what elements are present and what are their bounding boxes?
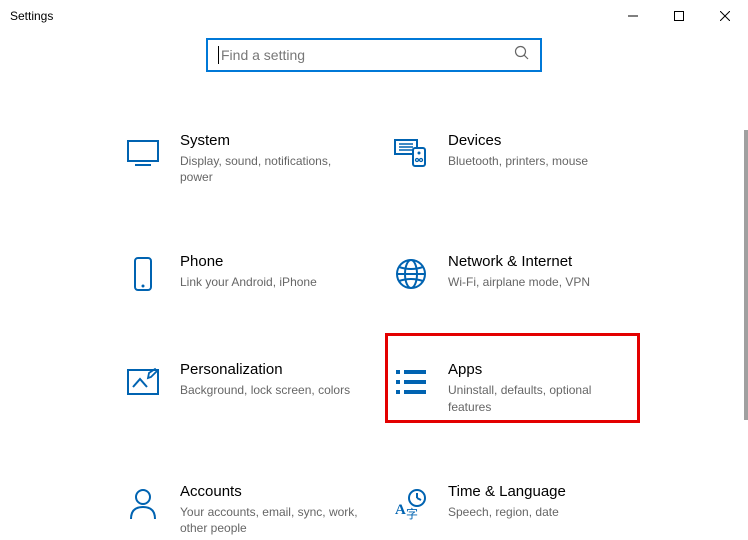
search-input[interactable]: Find a setting	[206, 38, 542, 72]
minimize-icon	[628, 11, 638, 21]
svg-text:A: A	[395, 502, 406, 518]
category-title: Devices	[448, 132, 588, 149]
svg-text:字: 字	[406, 506, 418, 520]
accounts-icon	[124, 485, 162, 523]
category-title: Accounts	[180, 483, 360, 500]
category-title: Time & Language	[448, 483, 566, 500]
close-button[interactable]	[702, 0, 748, 32]
category-title: Personalization	[180, 361, 350, 378]
maximize-button[interactable]	[656, 0, 702, 32]
category-apps[interactable]: Apps Uninstall, defaults, optional featu…	[388, 357, 656, 418]
close-icon	[720, 11, 730, 21]
search-placeholder: Find a setting	[221, 47, 514, 63]
category-personalization[interactable]: Personalization Background, lock screen,…	[120, 357, 388, 418]
category-desc: Background, lock screen, colors	[180, 382, 350, 398]
apps-icon	[392, 363, 430, 401]
network-icon	[392, 255, 430, 293]
category-time-language[interactable]: A字 Time & Language Speech, region, date	[388, 479, 656, 540]
devices-icon	[392, 134, 430, 172]
category-text: System Display, sound, notifications, po…	[180, 132, 360, 185]
category-title: System	[180, 132, 360, 149]
time-language-icon: A字	[392, 485, 430, 523]
category-text: Time & Language Speech, region, date	[448, 483, 566, 520]
maximize-icon	[674, 11, 684, 21]
category-title: Phone	[180, 253, 317, 270]
category-text: Network & Internet Wi-Fi, airplane mode,…	[448, 253, 590, 290]
category-text: Personalization Background, lock screen,…	[180, 361, 350, 398]
titlebar: Settings	[0, 0, 748, 32]
category-devices[interactable]: Devices Bluetooth, printers, mouse	[388, 128, 656, 189]
vertical-scrollbar[interactable]	[744, 130, 748, 420]
category-desc: Wi-Fi, airplane mode, VPN	[448, 274, 590, 290]
category-desc: Link your Android, iPhone	[180, 274, 317, 290]
category-network[interactable]: Network & Internet Wi-Fi, airplane mode,…	[388, 249, 656, 297]
category-desc: Bluetooth, printers, mouse	[448, 153, 588, 169]
search-icon	[514, 45, 530, 66]
phone-icon	[124, 255, 162, 293]
settings-categories: System Display, sound, notifications, po…	[0, 128, 748, 540]
window-title: Settings	[10, 9, 53, 23]
category-system[interactable]: System Display, sound, notifications, po…	[120, 128, 388, 189]
category-desc: Display, sound, notifications, power	[180, 153, 360, 185]
minimize-button[interactable]	[610, 0, 656, 32]
category-text: Apps Uninstall, defaults, optional featu…	[448, 361, 628, 414]
category-desc: Speech, region, date	[448, 504, 566, 520]
category-phone[interactable]: Phone Link your Android, iPhone	[120, 249, 388, 297]
category-desc: Your accounts, email, sync, work, other …	[180, 504, 360, 536]
category-text: Devices Bluetooth, printers, mouse	[448, 132, 588, 169]
window-controls	[610, 0, 748, 32]
category-accounts[interactable]: Accounts Your accounts, email, sync, wor…	[120, 479, 388, 540]
text-caret	[218, 46, 219, 64]
search-row: Find a setting	[0, 38, 748, 72]
category-text: Accounts Your accounts, email, sync, wor…	[180, 483, 360, 536]
personalization-icon	[124, 363, 162, 401]
category-title: Network & Internet	[448, 253, 590, 270]
category-desc: Uninstall, defaults, optional features	[448, 382, 628, 414]
system-icon	[124, 134, 162, 172]
category-title: Apps	[448, 361, 628, 378]
category-text: Phone Link your Android, iPhone	[180, 253, 317, 290]
